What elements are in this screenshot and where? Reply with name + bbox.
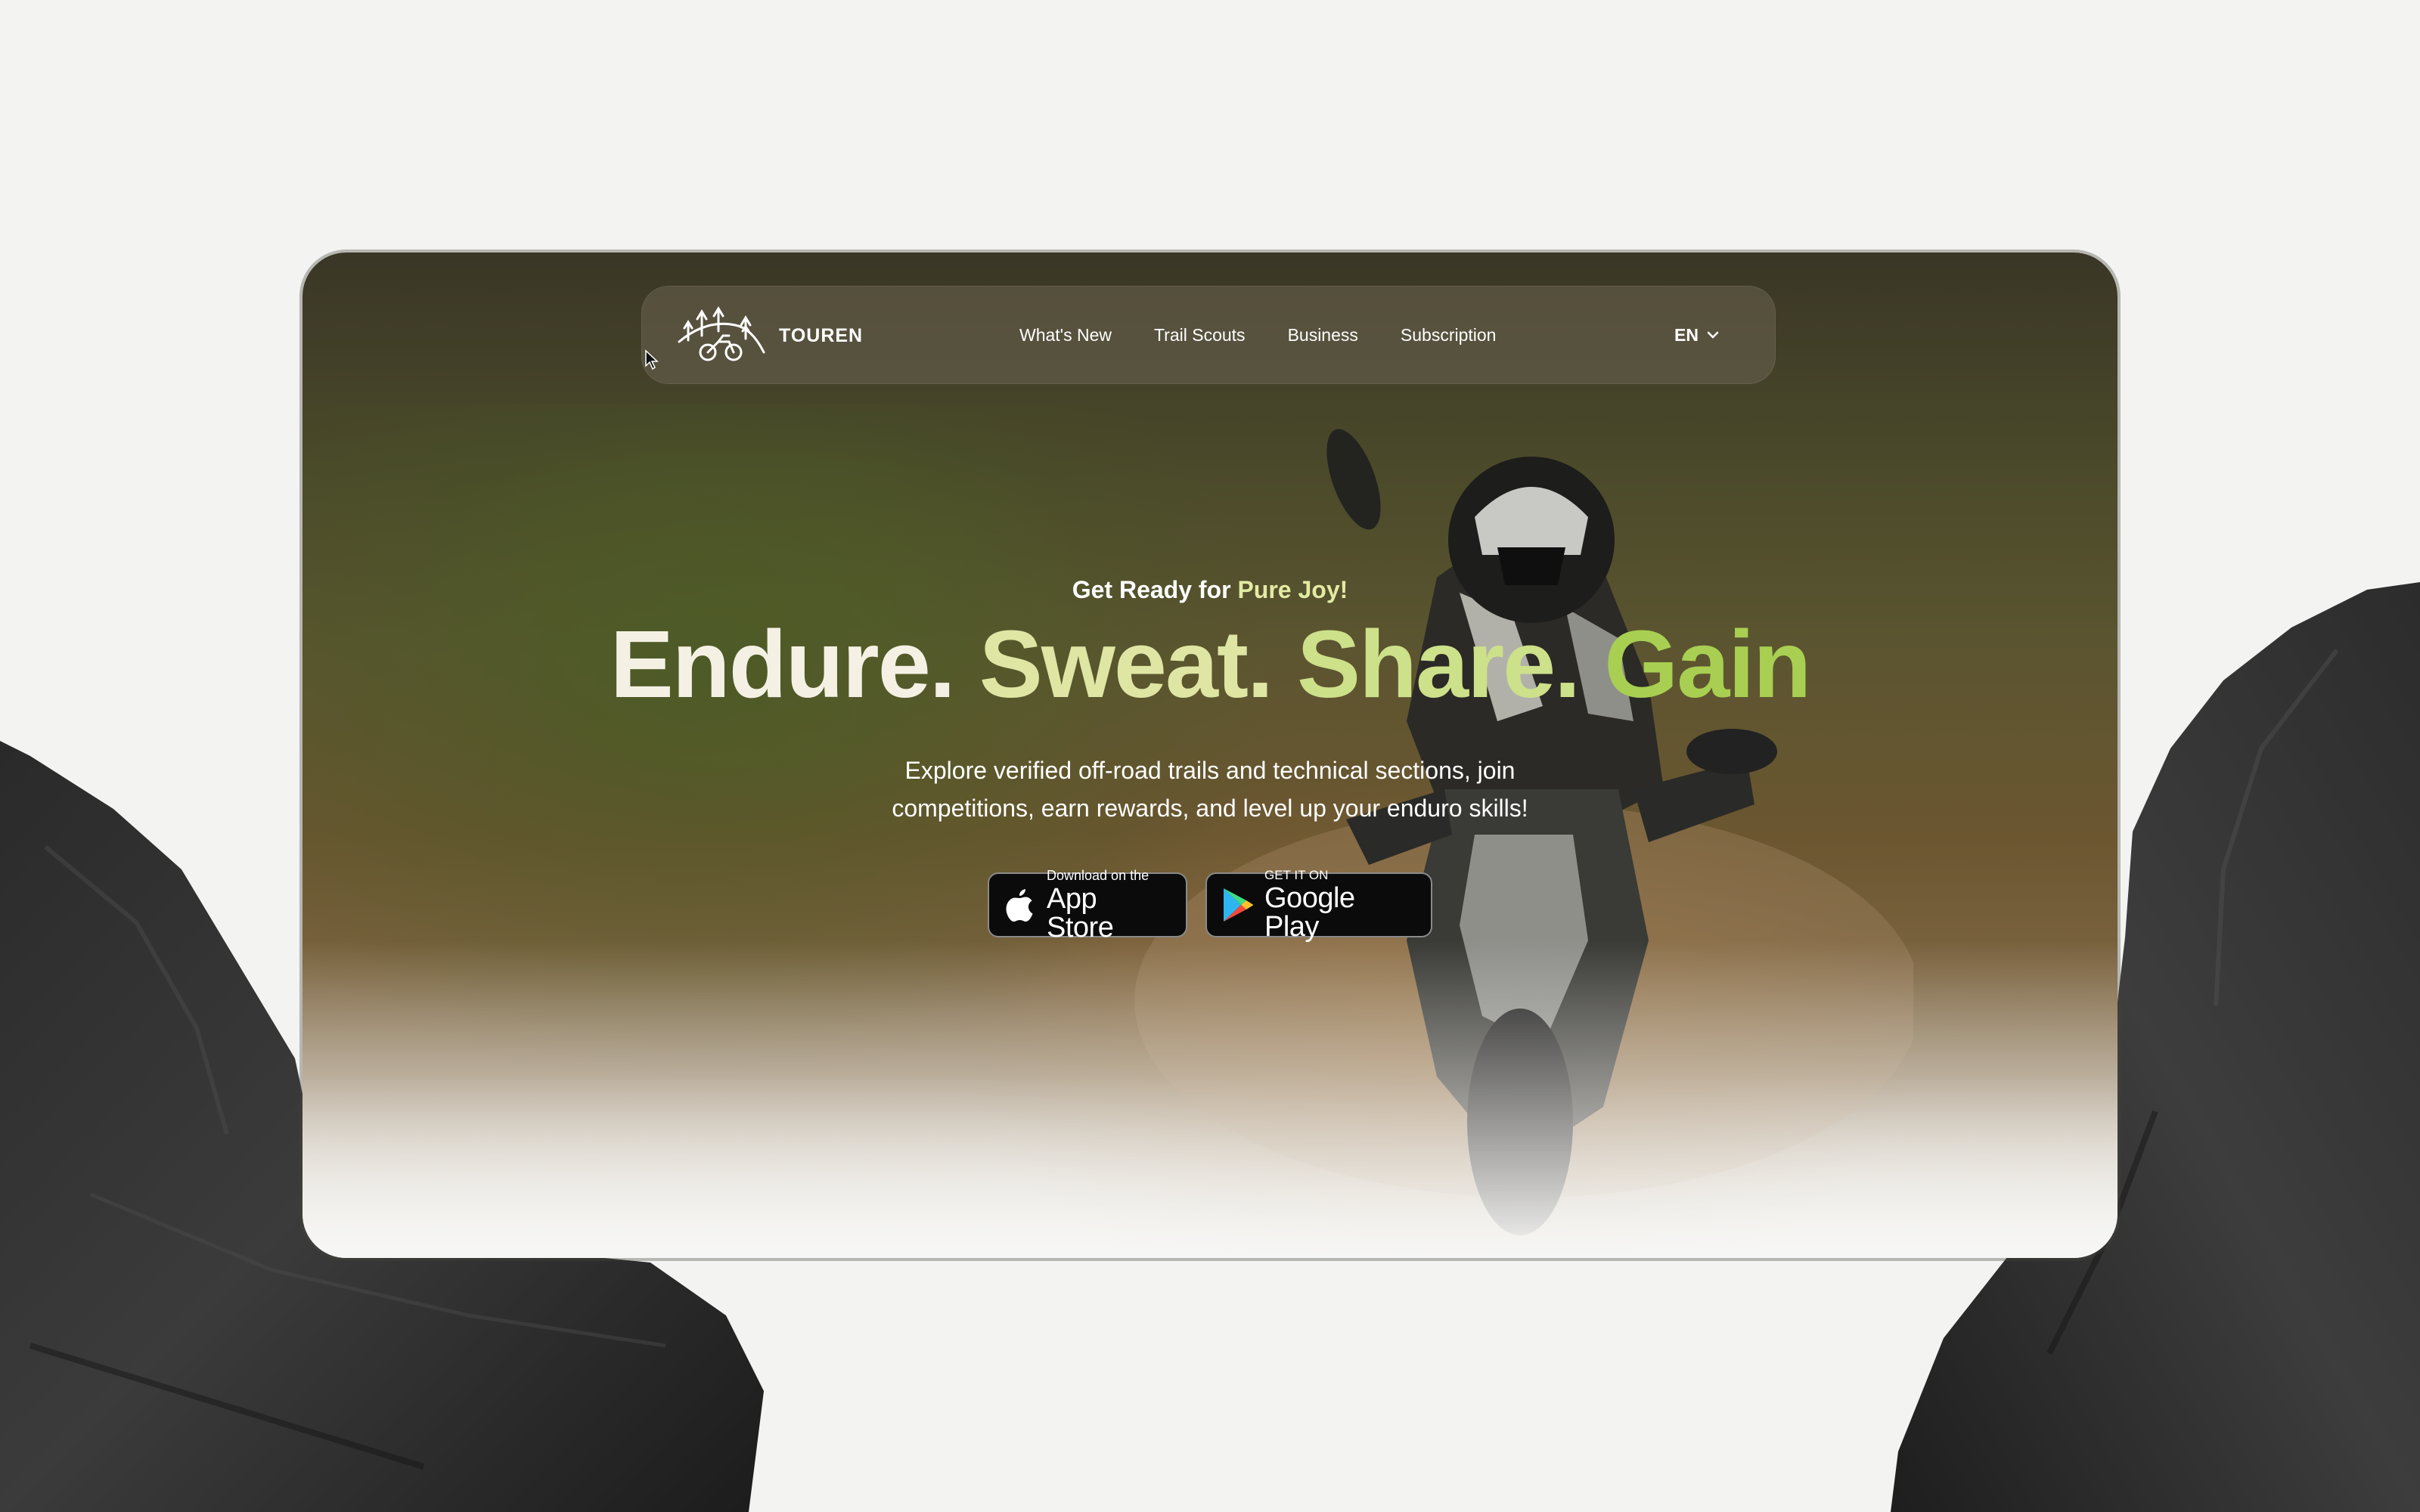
- nav-links: What's New Trail Scouts Business Subscri…: [1019, 286, 1496, 384]
- nav-link-business[interactable]: Business: [1288, 325, 1358, 345]
- google-play-button[interactable]: GET IT ON Google Play: [1205, 868, 1432, 941]
- headline-word-sweat: Sweat.: [979, 611, 1274, 717]
- brand-logo[interactable]: TOUREN: [676, 305, 863, 366]
- app-store-button[interactable]: Download on the App Store: [988, 867, 1187, 942]
- google-play-icon: [1224, 888, 1253, 922]
- eyebrow-prefix: Get Ready for: [1072, 576, 1238, 603]
- store-buttons: Download on the App Store GET IT ON Goog…: [988, 867, 1432, 942]
- nav-link-subscription[interactable]: Subscription: [1401, 325, 1497, 345]
- brand-name: TOUREN: [779, 324, 864, 346]
- nav-link-whats-new[interactable]: What's New: [1019, 325, 1112, 345]
- language-label: EN: [1674, 324, 1699, 345]
- mouse-cursor-icon: [645, 349, 659, 370]
- hero-headline: Endure. Sweat. Share. Gain: [302, 608, 2118, 721]
- hero-subtitle: Explore verified off-road trails and tec…: [892, 757, 1528, 822]
- google-play-big-text: Google Play: [1264, 882, 1355, 943]
- chevron-down-icon: [1707, 331, 1719, 339]
- eyebrow-accent: Pure Joy!: [1237, 576, 1348, 603]
- headline-word-endure: Endure.: [610, 611, 956, 717]
- language-selector[interactable]: EN: [1674, 286, 1720, 384]
- navbar: TOUREN What's New Trail Scouts Business …: [641, 286, 1776, 384]
- hero-card: TOUREN What's New Trail Scouts Business …: [302, 253, 2118, 1258]
- headline-word-share: Share.: [1296, 611, 1581, 717]
- app-store-big-text: App Store: [1047, 882, 1114, 943]
- headline-word-gain: Gain: [1604, 611, 1811, 717]
- hero-eyebrow: Get Ready for Pure Joy!: [302, 576, 2118, 604]
- page: TOUREN What's New Trail Scouts Business …: [0, 0, 2420, 1512]
- hero-bottom-fade: [302, 940, 2118, 1258]
- nav-link-trail-scouts[interactable]: Trail Scouts: [1154, 325, 1246, 345]
- google-play-small-text: GET IT ON: [1264, 868, 1329, 882]
- apple-icon: [1006, 889, 1033, 922]
- motorbike-trees-logo-icon: [678, 306, 765, 361]
- app-store-small-text: Download on the: [1047, 867, 1150, 883]
